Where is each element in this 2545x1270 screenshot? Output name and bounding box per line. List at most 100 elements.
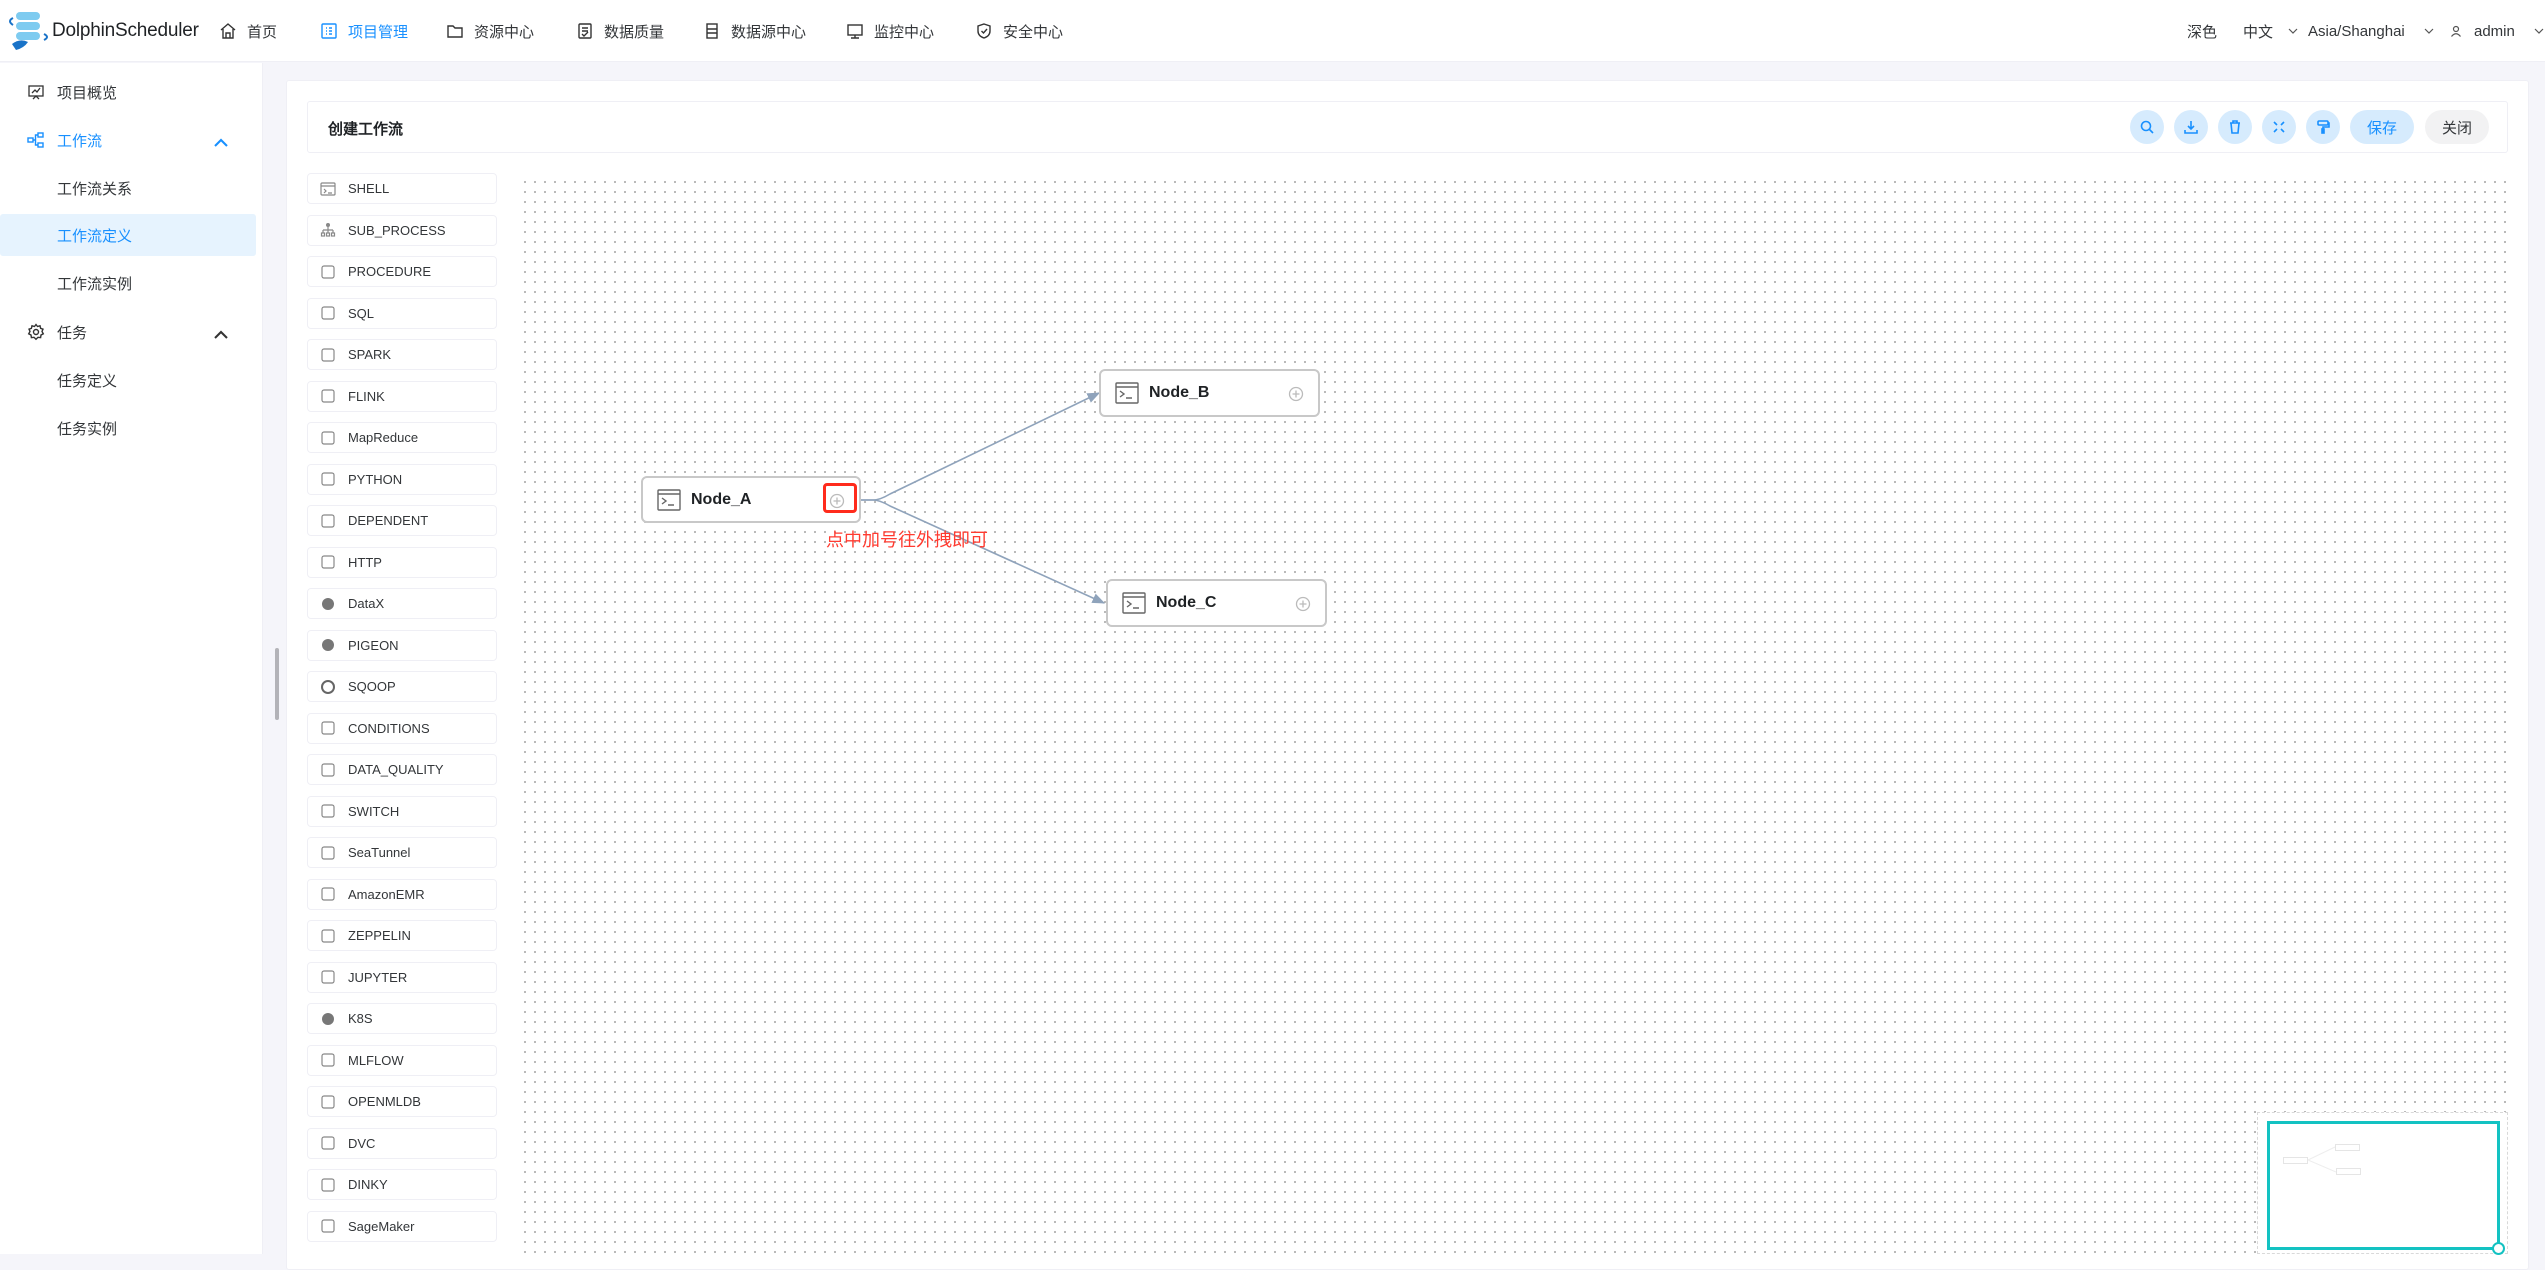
task-type-label: PROCEDURE [348, 264, 432, 279]
task-type-label: DATA_QUALITY [348, 762, 444, 777]
timezone-select[interactable]: Asia/Shanghai [2308, 0, 2435, 62]
mapreduce-icon [319, 429, 337, 447]
task-type-flink[interactable]: FLINK [307, 380, 497, 412]
task-type-conditions[interactable]: CONDITIONS [307, 712, 497, 744]
task-type-spark[interactable]: SPARK [307, 339, 497, 370]
search-button[interactable] [2130, 110, 2164, 144]
user-menu[interactable]: admin [2450, 0, 2545, 62]
sidebar-item-label: 任务实例 [57, 420, 118, 438]
task-type-label: SQOOP [348, 679, 396, 694]
language-value: 中文 [2243, 23, 2274, 41]
shell-icon [319, 180, 337, 198]
task-type-pigeon[interactable]: PIGEON [307, 629, 497, 661]
task-type-http[interactable]: HTTP [307, 546, 497, 578]
task-type-sagemaker[interactable]: SageMaker [307, 1210, 497, 1242]
task-type-label: SageMaker [348, 1218, 415, 1234]
sidebar-item-workflow-definition[interactable]: 工作流定义 [0, 214, 256, 256]
save-button[interactable]: 保存 [2350, 110, 2414, 144]
nav-resource-center[interactable]: 资源中心 [446, 0, 534, 62]
format-button[interactable] [2306, 110, 2340, 144]
nav-monitor-center[interactable]: 监控中心 [846, 0, 934, 62]
sidebar-item-task[interactable]: 任务 [0, 311, 256, 353]
sidebar-scrollbar[interactable] [275, 648, 279, 720]
language-select[interactable]: 中文 [2243, 0, 2299, 62]
task-type-label: ZEPPELIN [348, 928, 411, 943]
nav-data-quality[interactable]: 数据质量 [576, 0, 664, 62]
task-type-procedure[interactable]: PROCEDURE [307, 256, 497, 287]
sidebar-item-workflow-relation[interactable]: 工作流关系 [0, 167, 256, 209]
sidebar-item-workflow-instance[interactable]: 工作流实例 [0, 262, 256, 304]
dag-node-b[interactable]: Node_B [1099, 369, 1320, 417]
task-type-python[interactable]: PYTHON [307, 463, 497, 495]
task-type-data-quality[interactable]: DATA_QUALITY [307, 754, 497, 785]
monitor-icon [847, 24, 863, 39]
sidebar-item-workflow[interactable]: 工作流 [0, 119, 256, 161]
top-header: DolphinScheduler 首页 项目管理 资源中心 数据质量 数据源中心… [0, 0, 2545, 62]
task-type-mapreduce[interactable]: MapReduce [307, 422, 497, 453]
conditions-icon [319, 719, 337, 737]
download-button[interactable] [2174, 110, 2208, 144]
sql-icon [319, 304, 337, 322]
task-type-label: SUB_PROCESS [348, 222, 446, 238]
sidebar-item-label: 工作流实例 [57, 275, 133, 293]
nav-security-center[interactable]: 安全中心 [975, 0, 1063, 62]
shell-icon [657, 488, 681, 511]
sidebar-item-project-overview[interactable]: 项目概览 [0, 71, 256, 113]
task-type-label: DVC [348, 1135, 376, 1151]
dag-canvas[interactable] [520, 176, 2510, 1254]
page-title: 创建工作流 [328, 121, 404, 138]
k8s-icon [319, 1010, 337, 1028]
task-type-seatunnel[interactable]: SeaTunnel [307, 837, 497, 868]
sidebar-item-label: 任务 [57, 324, 88, 342]
fullscreen-button[interactable] [2262, 110, 2296, 144]
task-type-amazonemr[interactable]: AmazonEMR [307, 878, 497, 910]
task-type-dependent[interactable]: DEPENDENT [307, 505, 497, 536]
task-type-sub-process[interactable]: SUB_PROCESS [307, 214, 497, 246]
sidebar-item-task-instance[interactable]: 任务实例 [0, 407, 256, 449]
node-label: Node_C [1156, 594, 1217, 611]
node-label: Node_B [1149, 384, 1210, 401]
task-type-sql[interactable]: SQL [307, 297, 497, 329]
minimap-viewport[interactable] [2267, 1121, 2500, 1250]
add-edge-handle-icon[interactable] [1295, 596, 1311, 612]
add-edge-handle-icon[interactable] [1288, 386, 1304, 402]
sidebar-item-task-definition[interactable]: 任务定义 [0, 359, 256, 401]
project-icon [321, 23, 337, 39]
nav-project-management[interactable]: 项目管理 [320, 0, 408, 62]
task-type-mlflow[interactable]: MLFLOW [307, 1044, 497, 1076]
nav-datasource-center[interactable]: 数据源中心 [703, 0, 806, 62]
sub-process-icon [319, 221, 337, 239]
task-type-label: SWITCH [348, 803, 400, 819]
format-icon [2317, 120, 2330, 134]
task-type-shell[interactable]: SHELL [307, 173, 497, 204]
shield-icon [977, 23, 991, 39]
task-type-switch[interactable]: SWITCH [307, 795, 497, 827]
nav-resource-center-label: 资源中心 [474, 23, 535, 41]
annotation-text: 点中加号往外拽即可 [826, 530, 988, 550]
dag-node-c[interactable]: Node_C [1106, 579, 1327, 627]
task-type-openmldb[interactable]: OPENMLDB [307, 1086, 497, 1117]
python-icon [319, 470, 337, 488]
task-type-k8s[interactable]: K8S [307, 1003, 497, 1034]
task-type-label: SPARK [348, 347, 392, 362]
task-type-sqoop[interactable]: SQOOP [307, 671, 497, 702]
task-type-label: K8S [348, 1011, 373, 1026]
task-type-label: DINKY [348, 1177, 388, 1192]
datax-icon [319, 595, 337, 613]
dolphinscheduler-logo[interactable] [4, 10, 52, 54]
minimap-resize-handle[interactable] [2492, 1242, 2505, 1255]
theme-label: 深色 [2187, 23, 2218, 41]
nav-home[interactable]: 首页 [219, 0, 277, 62]
task-type-dinky[interactable]: DINKY [307, 1169, 497, 1200]
task-type-label: SHELL [348, 181, 390, 196]
task-type-label: SeaTunnel [348, 845, 411, 860]
task-type-dvc[interactable]: DVC [307, 1127, 497, 1159]
delete-button[interactable] [2218, 110, 2252, 144]
close-button[interactable]: 关闭 [2425, 110, 2489, 144]
task-type-datax[interactable]: DataX [307, 588, 497, 619]
task-type-zeppelin[interactable]: ZEPPELIN [307, 920, 497, 951]
sidebar-item-label: 工作流关系 [57, 180, 133, 198]
shell-icon [1115, 382, 1139, 404]
task-type-jupyter[interactable]: JUPYTER [307, 961, 497, 993]
theme-toggle[interactable]: 深色 [2187, 0, 2217, 62]
